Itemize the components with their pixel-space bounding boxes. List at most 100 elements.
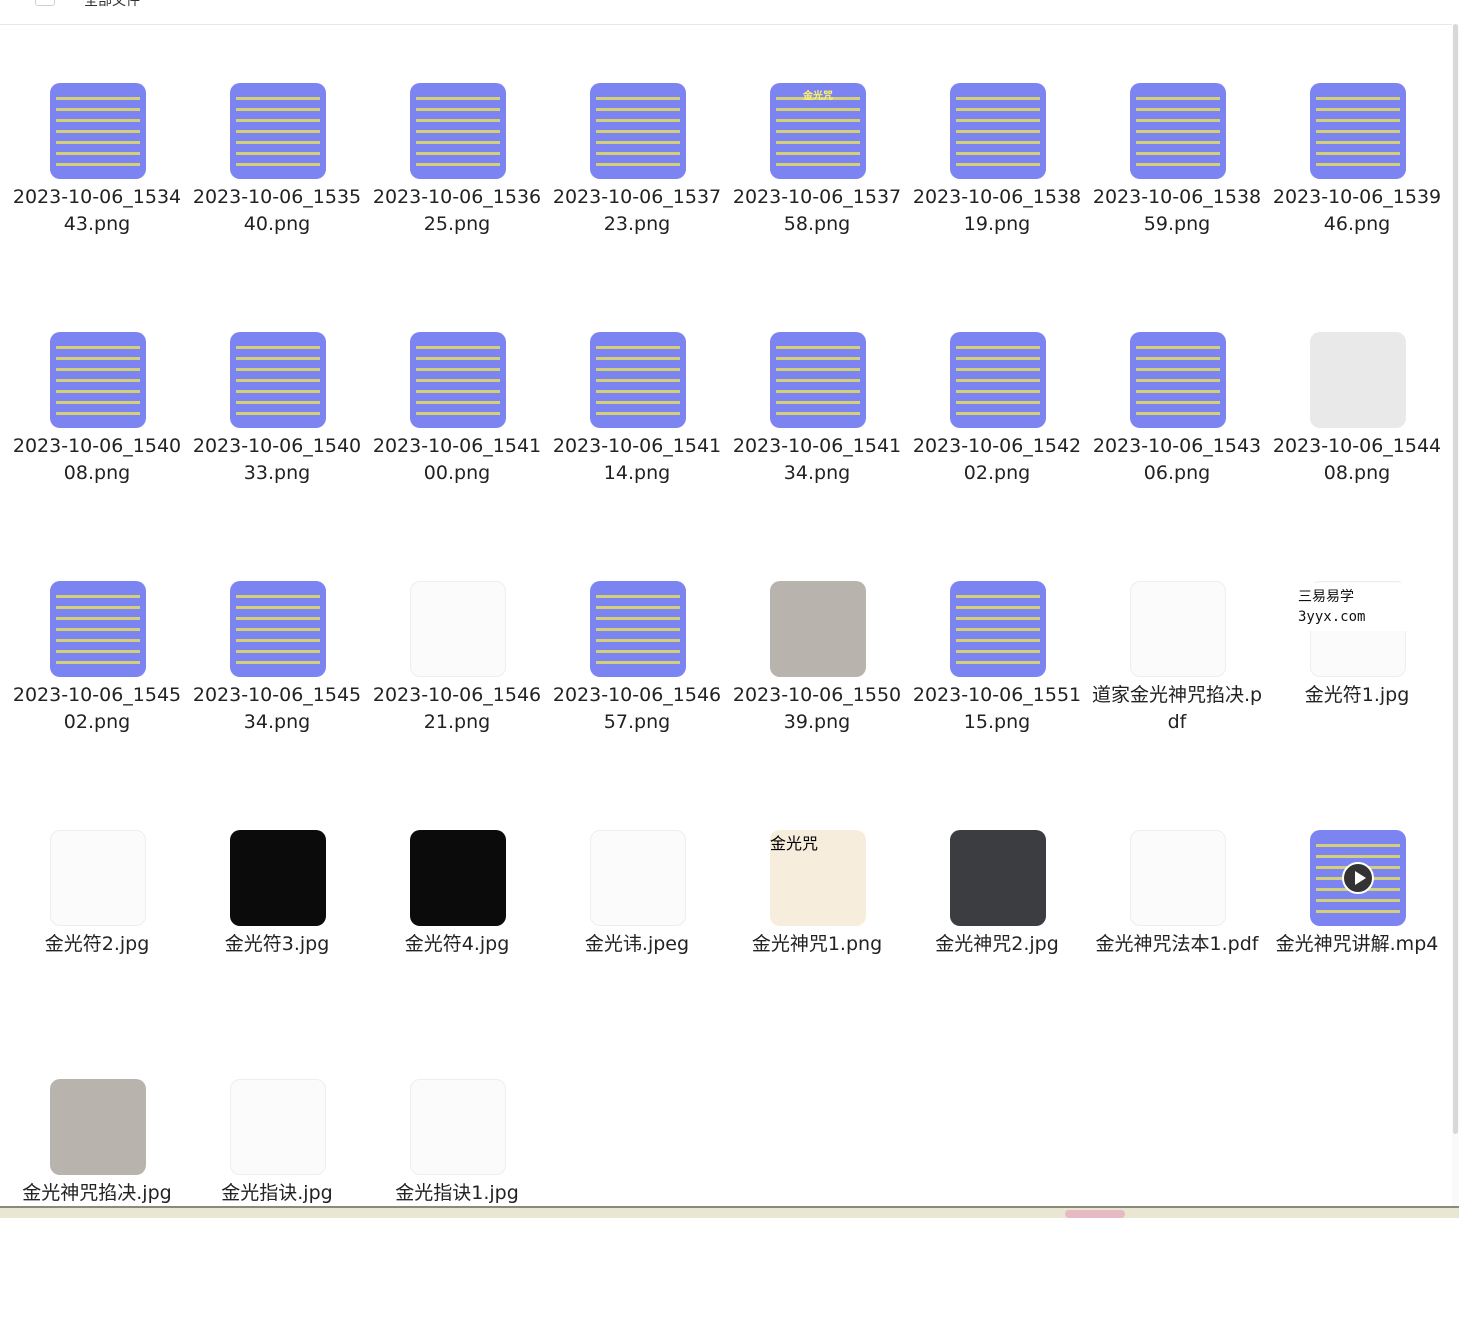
file-name[interactable]: 金光神咒1.png: [727, 931, 907, 958]
file-name[interactable]: 2023-10-06_154408.png: [1267, 433, 1447, 487]
file-item[interactable]: 2023-10-06_154657.png: [547, 581, 727, 830]
file-name[interactable]: 2023-10-06_153723.png: [547, 184, 727, 238]
file-name[interactable]: 金光符2.jpg: [7, 931, 187, 958]
file-item[interactable]: 2023-10-06_153819.png: [907, 83, 1087, 332]
file-item[interactable]: 2023-10-06_154534.png: [187, 581, 367, 830]
file-thumbnail[interactable]: [1130, 83, 1226, 179]
file-thumbnail[interactable]: 金光咒: [770, 83, 866, 179]
file-item[interactable]: 2023-10-06_153625.png: [367, 83, 547, 332]
file-thumbnail[interactable]: [590, 332, 686, 428]
file-item[interactable]: 2023-10-06_154502.png: [7, 581, 187, 830]
video-thumbnail[interactable]: [1310, 830, 1406, 926]
file-name[interactable]: 2023-10-06_154033.png: [187, 433, 367, 487]
file-thumbnail[interactable]: [590, 830, 686, 926]
file-name[interactable]: 2023-10-06_155115.png: [907, 682, 1087, 736]
file-item[interactable]: 2023-10-06_153443.png: [7, 83, 187, 332]
file-item[interactable]: 2023-10-06_154202.png: [907, 332, 1087, 581]
file-name[interactable]: 金光神咒掐决.jpg: [7, 1180, 187, 1207]
file-name[interactable]: 2023-10-06_154502.png: [7, 682, 187, 736]
file-thumbnail[interactable]: [50, 581, 146, 677]
file-item[interactable]: 金光神咒讲解.mp4: [1267, 830, 1447, 1079]
file-name[interactable]: 金光讳.jpeg: [547, 931, 727, 958]
file-item[interactable]: 金光神咒掐决.jpg: [7, 1079, 187, 1328]
file-thumbnail[interactable]: [410, 830, 506, 926]
file-thumbnail[interactable]: [230, 830, 326, 926]
file-name[interactable]: 2023-10-06_154202.png: [907, 433, 1087, 487]
file-name[interactable]: 2023-10-06_153758.png: [727, 184, 907, 238]
breadcrumb[interactable]: 全部文件: [84, 0, 140, 10]
file-name[interactable]: 2023-10-06_153859.png: [1087, 184, 1267, 238]
file-name[interactable]: 金光神咒讲解.mp4: [1267, 931, 1447, 958]
file-thumbnail[interactable]: [950, 581, 1046, 677]
file-item[interactable]: 2023-10-06_154621.png: [367, 581, 547, 830]
file-item[interactable]: 2023-10-06_154408.png: [1267, 332, 1447, 581]
file-thumbnail[interactable]: 金光咒: [770, 830, 866, 926]
file-name[interactable]: 金光指诀.jpg: [187, 1180, 367, 1207]
file-thumbnail[interactable]: [1130, 830, 1226, 926]
file-item[interactable]: 道家金光神咒掐决.pdf: [1087, 581, 1267, 830]
file-item[interactable]: 金光指诀.jpg: [187, 1079, 367, 1328]
file-item[interactable]: 2023-10-06_154100.png: [367, 332, 547, 581]
file-thumbnail[interactable]: [410, 332, 506, 428]
file-thumbnail[interactable]: [230, 1079, 326, 1175]
vertical-scrollbar[interactable]: [1452, 24, 1459, 1206]
file-item[interactable]: 2023-10-06_153723.png: [547, 83, 727, 332]
file-item[interactable]: 2023-10-06_154033.png: [187, 332, 367, 581]
file-thumbnail[interactable]: [230, 332, 326, 428]
file-name[interactable]: 2023-10-06_153946.png: [1267, 184, 1447, 238]
file-item[interactable]: 金光咒金光神咒1.png: [727, 830, 907, 1079]
file-thumbnail[interactable]: [230, 83, 326, 179]
file-name[interactable]: 2023-10-06_154100.png: [367, 433, 547, 487]
file-name[interactable]: 道家金光神咒掐决.pdf: [1087, 682, 1267, 736]
file-name[interactable]: 2023-10-06_154008.png: [7, 433, 187, 487]
file-name[interactable]: 2023-10-06_153443.png: [7, 184, 187, 238]
file-thumbnail[interactable]: [590, 83, 686, 179]
file-item[interactable]: 金光神咒2.jpg: [907, 830, 1087, 1079]
file-item[interactable]: 2023-10-06_155115.png: [907, 581, 1087, 830]
file-name[interactable]: 金光神咒法本1.pdf: [1087, 931, 1267, 958]
file-item[interactable]: 金光符3.jpg: [187, 830, 367, 1079]
file-thumbnail[interactable]: [1130, 581, 1226, 677]
file-item[interactable]: 2023-10-06_154008.png: [7, 332, 187, 581]
file-name[interactable]: 2023-10-06_154621.png: [367, 682, 547, 736]
file-name[interactable]: 2023-10-06_154534.png: [187, 682, 367, 736]
file-item[interactable]: 2023-10-06_154134.png: [727, 332, 907, 581]
file-item[interactable]: 金光指诀1.jpg: [367, 1079, 547, 1328]
file-thumbnail[interactable]: [410, 581, 506, 677]
file-item[interactable]: 金光咒 2023-10-06_153758.png: [727, 83, 907, 332]
file-thumbnail[interactable]: [950, 830, 1046, 926]
file-name[interactable]: 2023-10-06_154114.png: [547, 433, 727, 487]
select-all-checkbox[interactable]: [35, 0, 55, 6]
file-thumbnail[interactable]: [50, 1079, 146, 1175]
file-thumbnail[interactable]: [950, 83, 1046, 179]
file-thumbnail[interactable]: [230, 581, 326, 677]
file-thumbnail[interactable]: [50, 830, 146, 926]
file-name[interactable]: 金光符1.jpg: [1267, 682, 1447, 709]
file-item[interactable]: 金光符4.jpg: [367, 830, 547, 1079]
file-thumbnail[interactable]: [770, 581, 866, 677]
file-thumbnail[interactable]: [590, 581, 686, 677]
file-name[interactable]: 金光符3.jpg: [187, 931, 367, 958]
file-name[interactable]: 金光指诀1.jpg: [367, 1180, 547, 1207]
file-item[interactable]: 2023-10-06_154114.png: [547, 332, 727, 581]
file-thumbnail[interactable]: [1130, 332, 1226, 428]
file-thumbnail[interactable]: [50, 332, 146, 428]
file-item[interactable]: 金光符2.jpg: [7, 830, 187, 1079]
file-item[interactable]: 2023-10-06_153540.png: [187, 83, 367, 332]
file-item[interactable]: 2023-10-06_155039.png: [727, 581, 907, 830]
file-thumbnail[interactable]: [1310, 332, 1406, 428]
file-name[interactable]: 2023-10-06_153540.png: [187, 184, 367, 238]
file-item[interactable]: 2023-10-06_153946.png: [1267, 83, 1447, 332]
file-name[interactable]: 2023-10-06_154134.png: [727, 433, 907, 487]
file-name[interactable]: 2023-10-06_153819.png: [907, 184, 1087, 238]
file-item[interactable]: 金光讳.jpeg: [547, 830, 727, 1079]
file-name[interactable]: 2023-10-06_153625.png: [367, 184, 547, 238]
file-thumbnail[interactable]: [770, 332, 866, 428]
file-name[interactable]: 2023-10-06_155039.png: [727, 682, 907, 736]
file-thumbnail[interactable]: [50, 83, 146, 179]
file-name[interactable]: 金光符4.jpg: [367, 931, 547, 958]
file-name[interactable]: 2023-10-06_154657.png: [547, 682, 727, 736]
file-thumbnail[interactable]: [410, 1079, 506, 1175]
file-thumbnail[interactable]: [950, 332, 1046, 428]
file-thumbnail[interactable]: [410, 83, 506, 179]
